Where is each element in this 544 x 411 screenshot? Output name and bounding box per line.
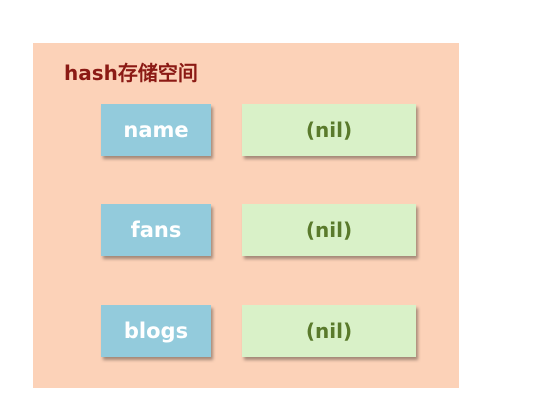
field-value-blogs: (nil) [242, 305, 416, 357]
field-key-name: name [101, 104, 211, 156]
panel-title: hash存储空间 [64, 61, 198, 85]
hash-field-row: fans (nil) [33, 204, 459, 256]
field-value-fans: (nil) [242, 204, 416, 256]
field-value-name: (nil) [242, 104, 416, 156]
field-key-fans: fans [101, 204, 211, 256]
hash-storage-panel: hash存储空间 name (nil) fans (nil) blogs (ni… [33, 43, 459, 388]
hash-field-row: blogs (nil) [33, 305, 459, 357]
field-key-blogs: blogs [101, 305, 211, 357]
hash-field-row: name (nil) [33, 104, 459, 156]
